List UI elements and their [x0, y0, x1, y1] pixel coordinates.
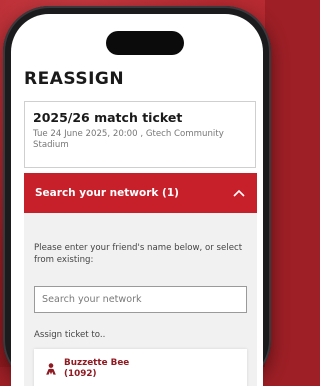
search-network-accordion-header[interactable]: Search your network (1) — [24, 173, 257, 213]
assign-ticket-label: Assign ticket to.. — [34, 330, 106, 340]
phone-screen: REASSIGN 2025/26 match ticket Tue 24 Jun… — [11, 14, 263, 386]
dynamic-island — [106, 31, 184, 55]
search-network-panel: Please enter your friend's name below, o… — [24, 213, 257, 386]
phone-frame: REASSIGN 2025/26 match ticket Tue 24 Jun… — [3, 6, 271, 386]
friend-name: Buzzette Bee — [64, 358, 130, 368]
ticket-card: 2025/26 match ticket Tue 24 June 2025, 2… — [24, 101, 256, 168]
ticket-title: 2025/26 match ticket — [33, 110, 183, 125]
page-title: REASSIGN — [24, 69, 125, 89]
friend-id: (1092) — [64, 369, 97, 379]
accordion-label: Search your network (1) — [35, 187, 179, 199]
instructions-text: Please enter your friend's name below, o… — [34, 243, 243, 265]
search-network-input[interactable] — [34, 286, 247, 313]
chevron-up-icon[interactable] — [232, 186, 246, 200]
ticket-details: Tue 24 June 2025, 20:00 , Gtech Communit… — [33, 129, 224, 150]
person-icon — [46, 363, 56, 375]
friend-list-item[interactable]: Buzzette Bee (1092) — [34, 349, 247, 386]
